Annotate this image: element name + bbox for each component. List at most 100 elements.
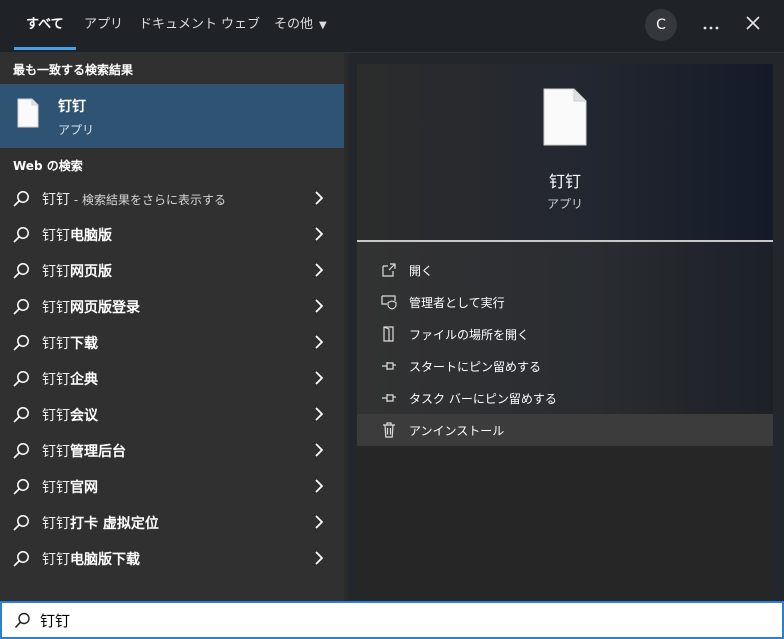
web-result-suggestion: 官网 xyxy=(70,480,98,496)
web-result-row[interactable]: 钉钉 - 検索結果をさらに表示する xyxy=(0,180,344,216)
action-label: スタートにピン留めする xyxy=(409,360,542,374)
document-icon xyxy=(17,98,39,132)
web-result-row[interactable]: 钉钉官网 xyxy=(0,468,344,504)
web-result-query: 钉钉 xyxy=(42,300,70,316)
web-result-suggestion: 网页版 xyxy=(70,264,112,280)
tab-more-label: その他 xyxy=(274,17,314,32)
web-result-label: 钉钉 - 検索結果をさらに表示する xyxy=(42,189,226,209)
tab-documents[interactable]: ドキュメント xyxy=(139,0,217,52)
web-result-label: 钉钉管理后台 xyxy=(42,441,126,461)
action-open[interactable]: 開く xyxy=(357,254,773,286)
action-pin-to-taskbar[interactable]: タスク バーにピン留めする xyxy=(357,382,773,414)
top-bar: すべて アプリ ドキュメント ウェブ その他 ▼ C xyxy=(0,0,784,53)
web-result-query: 钉钉 xyxy=(42,480,70,496)
more-icon[interactable] xyxy=(694,8,728,42)
action-pin-to-start[interactable]: スタートにピン留めする xyxy=(357,350,773,382)
chevron-right-icon[interactable] xyxy=(313,514,325,534)
best-match-item[interactable]: 钉钉 アプリ xyxy=(0,84,344,148)
tab-all[interactable]: すべて xyxy=(14,0,76,52)
action-label: ファイルの場所を開く xyxy=(409,328,530,342)
web-result-label: 钉钉电脑版下载 xyxy=(42,549,140,569)
file-location-icon xyxy=(381,326,397,346)
web-result-query: 钉钉 xyxy=(42,264,70,280)
web-result-query: 钉钉 xyxy=(42,192,70,208)
open-icon xyxy=(381,262,397,282)
action-label: 管理者として実行 xyxy=(409,296,505,310)
web-result-label: 钉钉网页版登录 xyxy=(42,297,140,317)
web-result-query: 钉钉 xyxy=(42,228,70,244)
best-match-title: 钉钉 xyxy=(58,99,86,115)
web-result-suggestion: - 検索結果をさらに表示する xyxy=(70,193,226,207)
action-uninstall[interactable]: アンインストール xyxy=(357,414,773,446)
search-icon xyxy=(12,442,30,464)
web-result-suggestion: 电脑版下载 xyxy=(70,552,140,568)
document-icon xyxy=(543,88,587,150)
action-open-file-location[interactable]: ファイルの場所を開く xyxy=(357,318,773,350)
search-icon xyxy=(12,478,30,500)
web-result-label: 钉钉会议 xyxy=(42,405,98,425)
app-preview: 钉钉 アプリ xyxy=(357,64,773,240)
search-icon xyxy=(14,612,31,633)
web-result-label: 钉钉下载 xyxy=(42,333,98,353)
web-result-suggestion: 网页版登录 xyxy=(70,300,140,316)
web-result-query: 钉钉 xyxy=(42,408,70,424)
chevron-right-icon[interactable] xyxy=(313,262,325,282)
chevron-right-icon[interactable] xyxy=(313,550,325,570)
preview-title: 钉钉 xyxy=(548,172,581,191)
web-result-query: 钉钉 xyxy=(42,516,70,532)
tab-apps[interactable]: アプリ xyxy=(84,0,123,52)
web-result-row[interactable]: 钉钉打卡 虚拟定位 xyxy=(0,504,344,540)
trash-icon xyxy=(381,422,397,442)
web-result-suggestion: 企典 xyxy=(70,372,98,388)
web-result-suggestion: 下载 xyxy=(70,336,98,352)
search-icon xyxy=(12,514,30,536)
preview-subtitle: アプリ xyxy=(546,197,583,211)
search-input[interactable] xyxy=(40,609,640,631)
web-result-row[interactable]: 钉钉电脑版 xyxy=(0,216,344,252)
search-icon xyxy=(12,190,30,212)
web-result-label: 钉钉电脑版 xyxy=(42,225,112,245)
web-result-query: 钉钉 xyxy=(42,444,70,460)
web-result-row[interactable]: 钉钉会议 xyxy=(0,396,344,432)
search-icon xyxy=(12,262,30,284)
best-match-heading: 最も一致する検索結果 xyxy=(13,63,134,77)
avatar[interactable]: C xyxy=(645,9,677,41)
chevron-right-icon[interactable] xyxy=(313,406,325,426)
tab-more[interactable]: その他 ▼ xyxy=(274,0,327,52)
close-icon[interactable] xyxy=(736,8,770,42)
tab-web[interactable]: ウェブ xyxy=(221,0,260,52)
web-result-suggestion: 管理后台 xyxy=(70,444,126,460)
search-icon xyxy=(12,550,30,572)
web-result-query: 钉钉 xyxy=(42,372,70,388)
web-result-row[interactable]: 钉钉网页版登录 xyxy=(0,288,344,324)
web-result-label: 钉钉网页版 xyxy=(42,261,112,281)
search-icon xyxy=(12,406,30,428)
web-result-suggestion: 会议 xyxy=(70,408,98,424)
chevron-right-icon[interactable] xyxy=(313,298,325,318)
action-label: 開く xyxy=(409,264,434,278)
web-result-label: 钉钉企典 xyxy=(42,369,98,389)
web-result-query: 钉钉 xyxy=(42,552,70,568)
chevron-right-icon[interactable] xyxy=(313,478,325,498)
web-result-row[interactable]: 钉钉下载 xyxy=(0,324,344,360)
chevron-right-icon[interactable] xyxy=(313,370,325,390)
web-result-row[interactable]: 钉钉网页版 xyxy=(0,252,344,288)
shield-admin-icon xyxy=(381,294,397,314)
web-result-row[interactable]: 钉钉企典 xyxy=(0,360,344,396)
chevron-right-icon[interactable] xyxy=(313,334,325,354)
chevron-right-icon[interactable] xyxy=(313,190,325,210)
web-result-row[interactable]: 钉钉管理后台 xyxy=(0,432,344,468)
search-box[interactable] xyxy=(0,601,784,639)
chevron-down-icon: ▼ xyxy=(319,20,327,31)
web-result-query: 钉钉 xyxy=(42,336,70,352)
best-match-subtitle: アプリ xyxy=(58,123,95,137)
web-result-label: 钉钉官网 xyxy=(42,477,98,497)
action-run-as-admin[interactable]: 管理者として実行 xyxy=(357,286,773,318)
pin-icon xyxy=(381,358,397,378)
search-icon xyxy=(12,370,30,392)
web-result-row[interactable]: 钉钉电脑版下载 xyxy=(0,540,344,576)
chevron-right-icon[interactable] xyxy=(313,442,325,462)
search-icon xyxy=(12,298,30,320)
chevron-right-icon[interactable] xyxy=(313,226,325,246)
search-icon xyxy=(12,334,30,356)
